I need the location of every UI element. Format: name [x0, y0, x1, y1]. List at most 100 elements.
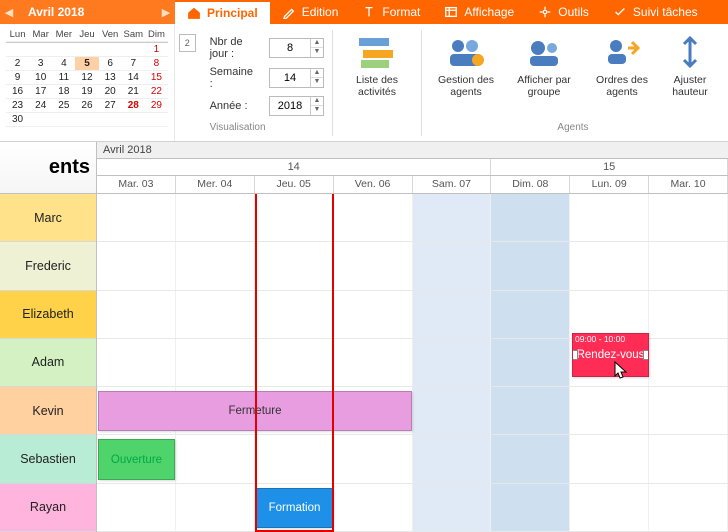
tab-edition[interactable]: Edition	[270, 0, 351, 24]
activities-button[interactable]: Liste des activités	[341, 32, 413, 120]
grid-cell[interactable]	[176, 339, 255, 386]
minical-day[interactable]: 13	[99, 71, 122, 85]
grid-cell[interactable]	[255, 435, 334, 482]
grid-cell[interactable]	[649, 484, 728, 531]
tab-format[interactable]: Format	[350, 0, 432, 24]
nb-jour-input[interactable]	[270, 39, 310, 57]
grid-cell[interactable]	[491, 194, 570, 241]
grid-cell[interactable]	[176, 194, 255, 241]
grid-cell[interactable]	[334, 291, 413, 338]
grid-cell[interactable]	[570, 242, 649, 289]
minical-day[interactable]: 21	[122, 85, 145, 99]
grid-cell[interactable]	[649, 242, 728, 289]
event-rdv[interactable]: 09:00 - 10:00Rendez-vous	[572, 333, 649, 377]
grid-cell[interactable]	[491, 242, 570, 289]
tab-affichage[interactable]: Affichage	[432, 0, 526, 24]
minical-day[interactable]: 29	[145, 99, 168, 113]
nb-jour-spinner[interactable]: ▲▼	[269, 38, 324, 58]
grid-cell[interactable]	[413, 291, 492, 338]
grid-cell[interactable]	[570, 484, 649, 531]
minical-day[interactable]: 14	[122, 71, 145, 85]
minical-day[interactable]: 11	[52, 71, 75, 85]
minical-day[interactable]: 6	[99, 57, 122, 71]
grid-cell[interactable]	[334, 339, 413, 386]
semaine-input[interactable]	[270, 69, 310, 87]
nb-jour-down[interactable]: ▼	[311, 48, 323, 57]
grid-cell[interactable]	[413, 194, 492, 241]
grid-cell[interactable]	[491, 435, 570, 482]
minical-day[interactable]: 12	[75, 71, 98, 85]
tab-outils[interactable]: Outils	[526, 0, 601, 24]
grid-cell[interactable]	[334, 435, 413, 482]
group-view-button[interactable]: Afficher par groupe	[508, 32, 580, 120]
grid-cell[interactable]	[97, 484, 176, 531]
agent-row[interactable]: Sebastien	[0, 435, 96, 483]
event-fermeture[interactable]: Fermeture	[98, 391, 412, 431]
grid-cell[interactable]	[176, 484, 255, 531]
minical-day[interactable]: 1	[145, 43, 168, 57]
grid-cell[interactable]	[255, 291, 334, 338]
grid-cell[interactable]	[176, 435, 255, 482]
grid-cell[interactable]	[413, 242, 492, 289]
minical-day[interactable]: 30	[6, 113, 29, 127]
next-month-button[interactable]: ▶	[157, 0, 175, 24]
semaine-up[interactable]: ▲	[311, 69, 323, 78]
grid-cell[interactable]	[570, 194, 649, 241]
minical-day[interactable]: 24	[29, 99, 52, 113]
nb-jour-up[interactable]: ▲	[311, 39, 323, 48]
minical-day[interactable]: 4	[52, 57, 75, 71]
agent-row[interactable]: Adam	[0, 339, 96, 387]
minical-day[interactable]: 9	[6, 71, 29, 85]
grid-cell[interactable]	[649, 435, 728, 482]
grid-cell[interactable]	[649, 291, 728, 338]
tab-principal[interactable]: Principal	[175, 0, 270, 24]
agent-row[interactable]: Marc	[0, 194, 96, 242]
annee-up[interactable]: ▲	[311, 97, 323, 106]
annee-input[interactable]	[270, 97, 310, 115]
grid-cell[interactable]	[176, 291, 255, 338]
minical-day[interactable]: 18	[52, 85, 75, 99]
grid-cell[interactable]	[570, 291, 649, 338]
prev-month-button[interactable]: ◀	[0, 0, 18, 24]
grid-cell[interactable]	[97, 291, 176, 338]
grid-cell[interactable]	[97, 242, 176, 289]
minical-day[interactable]: 25	[52, 99, 75, 113]
minical-day[interactable]: 23	[6, 99, 29, 113]
fit-height-button[interactable]: Ajuster hauteur	[664, 32, 716, 120]
grid-cell[interactable]	[413, 387, 492, 434]
minical-day[interactable]: 19	[75, 85, 98, 99]
semaine-spinner[interactable]: ▲▼	[269, 68, 324, 88]
tab-suivi[interactable]: Suivi tâches	[601, 0, 710, 24]
event-ouverture[interactable]: Ouverture	[98, 439, 175, 479]
minical-day[interactable]: 8	[145, 57, 168, 71]
minical-day[interactable]: 27	[99, 99, 122, 113]
agent-row[interactable]: Elizabeth	[0, 291, 96, 339]
minical-day[interactable]: 20	[99, 85, 122, 99]
minical-day[interactable]: 28	[122, 99, 145, 113]
grid-cell[interactable]	[570, 387, 649, 434]
grid-cell[interactable]	[255, 194, 334, 241]
grid-cell[interactable]	[649, 194, 728, 241]
grid-cell[interactable]	[649, 387, 728, 434]
grid-cell[interactable]	[413, 435, 492, 482]
grid-cell[interactable]	[570, 435, 649, 482]
minical-day[interactable]: 26	[75, 99, 98, 113]
grid-cell[interactable]	[97, 339, 176, 386]
annee-spinner[interactable]: ▲▼	[269, 96, 324, 116]
grid-cell[interactable]	[176, 242, 255, 289]
grid-cell[interactable]	[334, 194, 413, 241]
agent-row[interactable]: Kevin	[0, 387, 96, 435]
grid-cell[interactable]	[649, 339, 728, 386]
minical-day[interactable]: 17	[29, 85, 52, 99]
grid-cell[interactable]	[255, 339, 334, 386]
grid-cell[interactable]	[491, 291, 570, 338]
agent-row[interactable]: Frederic	[0, 242, 96, 290]
agent-row[interactable]: Rayan	[0, 484, 96, 532]
grid-cell[interactable]	[491, 387, 570, 434]
semaine-down[interactable]: ▼	[311, 78, 323, 87]
minical-day[interactable]: 5	[75, 57, 98, 71]
grid-cell[interactable]	[413, 339, 492, 386]
minical-day[interactable]: 10	[29, 71, 52, 85]
event-formation[interactable]: Formation	[256, 488, 333, 528]
minical-day[interactable]: 15	[145, 71, 168, 85]
